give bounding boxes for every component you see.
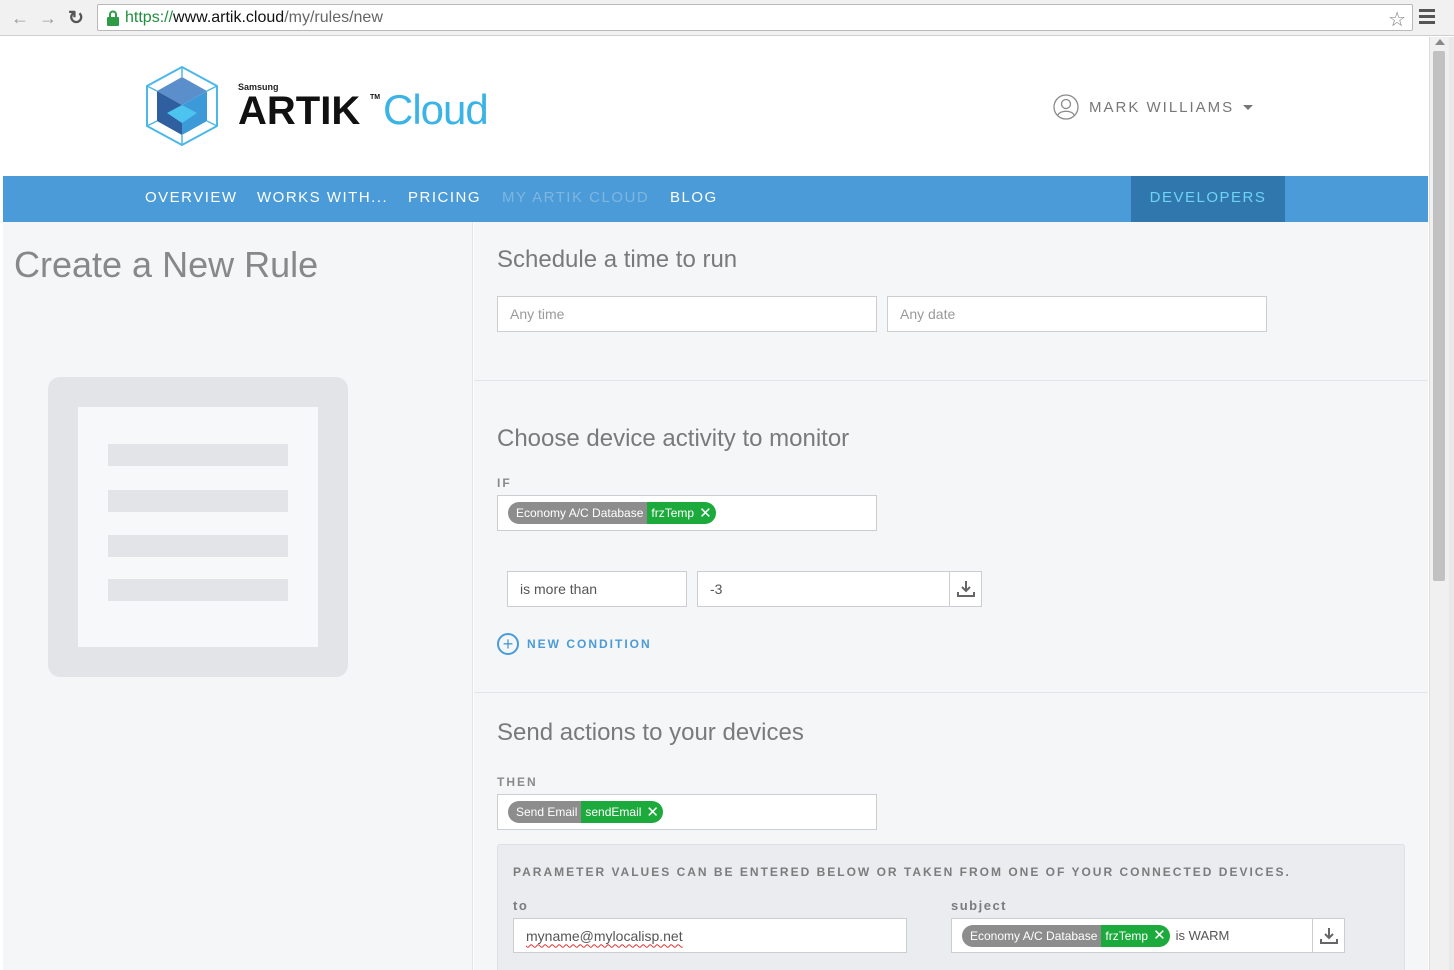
new-condition-button[interactable]: + NEW CONDITION <box>497 633 652 655</box>
to-value: myname@mylocalisp.net <box>526 927 683 944</box>
subject-chip: Economy A/C Database frzTemp ✕ <box>962 924 1170 947</box>
document-line <box>108 444 288 466</box>
schedule-section: Schedule a time to run Any time Any date <box>474 222 1428 381</box>
nav-works-with[interactable]: WORKS WITH... <box>257 176 388 222</box>
action-device-name: Send Email <box>508 801 582 823</box>
close-icon[interactable]: ✕ <box>646 805 659 820</box>
parameter-box: PARAMETER VALUES CAN BE ENTERED BELOW OR… <box>497 844 1405 970</box>
then-action-field[interactable]: Send Email sendEmail ✕ <box>497 794 877 830</box>
import-value-button[interactable] <box>949 571 982 607</box>
lock-icon <box>107 10 119 26</box>
rule-form: Schedule a time to run Any time Any date… <box>474 222 1428 970</box>
document-line <box>108 490 288 512</box>
document-illustration-icon <box>48 377 348 677</box>
page-scrollbar[interactable] <box>1429 37 1449 970</box>
subject-suffix: is WARM <box>1175 928 1230 943</box>
reload-icon[interactable]: ↻ <box>64 6 88 30</box>
star-icon[interactable]: ☆ <box>1388 7 1406 32</box>
subject-field-label: frzTemp <box>1105 928 1149 943</box>
time-input[interactable]: Any time <box>497 296 877 332</box>
action-chip: Send Email sendEmail ✕ <box>508 801 663 823</box>
nav-developers[interactable]: DEVELOPERS <box>1131 176 1285 222</box>
menu-icon[interactable] <box>1419 9 1435 25</box>
nav-my-artik-cloud[interactable]: MY ARTIK CLOUD <box>502 176 649 222</box>
action-chip-green[interactable]: sendEmail ✕ <box>581 801 663 823</box>
brand-cloud: Cloud <box>383 86 489 133</box>
page-title: Create a New Rule <box>14 244 319 285</box>
browser-toolbar: ← → ↻ https://www.artik.cloud/my/rules/n… <box>0 0 1454 36</box>
condition-value-input[interactable]: -3 <box>697 571 950 607</box>
subject-input[interactable]: Economy A/C Database frzTemp ✕ is WARM <box>951 918 1313 953</box>
schedule-title: Schedule a time to run <box>497 246 738 273</box>
device-chip: Economy A/C Database frzTemp ✕ <box>508 502 716 524</box>
document-sheet <box>78 407 318 647</box>
left-panel: Create a New Rule <box>3 222 473 970</box>
operator-select[interactable]: is more than <box>507 571 687 607</box>
nav-blog[interactable]: BLOG <box>670 176 718 222</box>
plus-circle-icon: + <box>497 633 519 655</box>
user-name: MARK WILLIAMS <box>1089 98 1235 116</box>
action-chip-label: sendEmail <box>585 805 642 819</box>
device-chip-name: Economy A/C Database <box>508 502 648 524</box>
nav-overview[interactable]: OVERVIEW <box>145 176 238 222</box>
scrollbar-thumb[interactable] <box>1433 51 1445 581</box>
url-host: www.artik.cloud <box>173 8 285 26</box>
subject-device-name: Economy A/C Database <box>962 924 1102 947</box>
field-chip-label: frzTemp <box>651 506 695 520</box>
address-bar[interactable]: https://www.artik.cloud/my/rules/new ☆ <box>97 4 1413 31</box>
monitor-title: Choose device activity to monitor <box>497 425 850 452</box>
document-line <box>108 535 288 557</box>
user-menu[interactable]: MARK WILLIAMS <box>1053 94 1254 120</box>
main-nav: OVERVIEW WORKS WITH... PRICING MY ARTIK … <box>3 176 1428 222</box>
scroll-up-icon[interactable] <box>1435 39 1445 45</box>
to-label: to <box>513 898 529 913</box>
parameter-note: PARAMETER VALUES CAN BE ENTERED BELOW OR… <box>513 865 1291 879</box>
import-subject-button[interactable] <box>1312 918 1345 953</box>
back-icon[interactable]: ← <box>8 6 32 30</box>
monitor-section: Choose device activity to monitor IF Eco… <box>474 381 1428 693</box>
date-input[interactable]: Any date <box>887 296 1267 332</box>
subject-field-chip[interactable]: frzTemp ✕ <box>1101 924 1170 947</box>
close-icon[interactable]: ✕ <box>699 506 712 521</box>
actions-title: Send actions to your devices <box>497 719 804 746</box>
brand-artik: ARTIK <box>238 89 361 133</box>
new-condition-label: NEW CONDITION <box>527 637 652 651</box>
window-edge <box>1449 37 1454 970</box>
download-icon <box>956 581 975 597</box>
close-icon[interactable]: ✕ <box>1153 928 1166 943</box>
user-icon <box>1053 94 1079 120</box>
url-path: /my/rules/new <box>284 8 383 26</box>
cube-logo-icon[interactable] <box>145 65 219 147</box>
if-label: IF <box>497 476 512 490</box>
then-label: THEN <box>497 775 538 789</box>
field-chip[interactable]: frzTemp ✕ <box>647 502 716 524</box>
nav-pricing[interactable]: PRICING <box>408 176 481 222</box>
page: Samsung ARTIK TM Cloud MARK WILLIAMS OVE… <box>3 37 1428 970</box>
download-icon <box>1319 927 1338 944</box>
to-input[interactable]: myname@mylocalisp.net <box>513 918 907 953</box>
url-scheme: https:// <box>125 8 174 26</box>
forward-icon[interactable]: → <box>36 6 60 30</box>
if-device-field[interactable]: Economy A/C Database frzTemp ✕ <box>497 495 877 531</box>
document-line <box>108 579 288 601</box>
caret-down-icon <box>1243 104 1254 110</box>
brand-trademark: TM <box>370 94 381 101</box>
subject-label: subject <box>951 898 1008 913</box>
